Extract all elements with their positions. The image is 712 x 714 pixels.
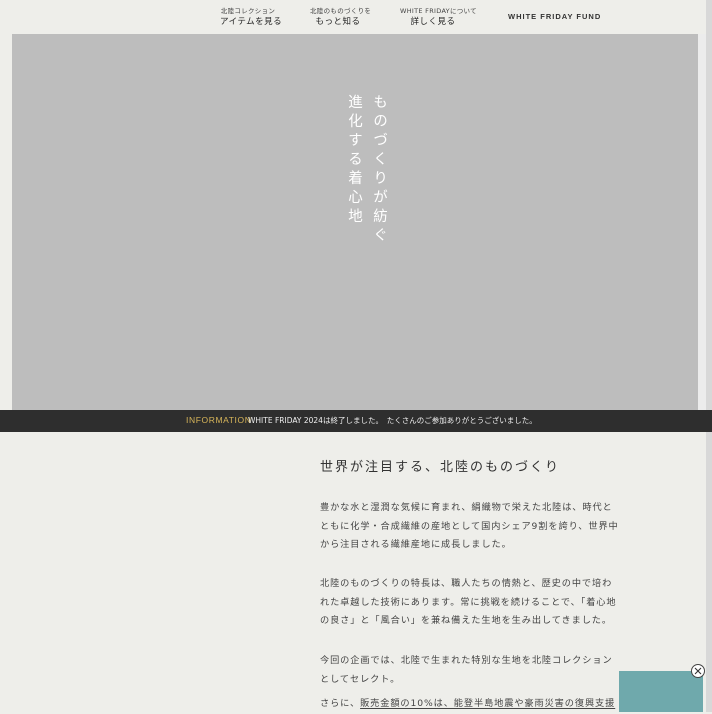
top-nav: 北陸コレクション アイテムを見る 北陸のものづくりを もっと知る WHITE F…: [0, 0, 712, 34]
information-bar: INFORMATION WHITE FRIDAY 2024は終了しました。 たく…: [0, 410, 712, 432]
scrollbar[interactable]: [706, 0, 712, 712]
nav-item-sub: WHITE FRIDAYについて: [400, 7, 477, 15]
close-button[interactable]: [691, 664, 705, 678]
nav-item-main: 詳しく見る: [410, 17, 456, 27]
nav-item-main: アイテムを見る: [220, 17, 283, 27]
donation-prefix: さらに、: [320, 698, 361, 709]
hero-tagline-line2: 進化する着心地: [346, 94, 362, 227]
nav-item-collection[interactable]: 北陸コレクション アイテムを見る: [220, 7, 283, 28]
paragraph-features: 北陸のものづくりの特長は、職人たちの情熱と、歴史の中で培わ れた卓越した技術にあ…: [320, 575, 620, 631]
paragraph-donation: さらに、販売金額の10%は、能登半島地震や豪雨災害の復興支援: [320, 695, 620, 714]
paragraph-line: さらに、販売金額の10%は、能登半島地震や豪雨災害の復興支援: [320, 695, 620, 714]
side-strip: [698, 34, 706, 410]
donation-link[interactable]: 販売金額の10%は、能登半島地震や豪雨災害の復興支援: [360, 698, 615, 709]
nav-item-main: もっと知る: [315, 17, 361, 27]
nav-item-about[interactable]: WHITE FRIDAYについて 詳しく見る: [400, 7, 477, 28]
paragraph-selection: 今回の企画では、北陸で生まれた特別な生地を北陸コレクション としてセレクト。: [320, 652, 620, 689]
nav-item-monozukuri[interactable]: 北陸のものづくりを もっと知る: [310, 7, 372, 28]
hero-tagline-line1: ものづくりが紡ぐ: [371, 94, 387, 246]
hero-image: ものづくりが紡ぐ 進化する着心地: [12, 34, 698, 410]
paragraph-line: から注目される繊維産地に成長しました。: [320, 539, 512, 550]
section-title: 世界が注目する、北陸のものづくり: [320, 460, 561, 475]
information-label: INFORMATION: [186, 415, 252, 425]
paragraph-history: 豊かな水と湿潤な気候に育まれ、絹織物で栄えた北陸は、時代と ともに化学・合成繊維…: [320, 499, 620, 555]
paragraph-line: 豊かな水と湿潤な気候に育まれ、絹織物で栄えた北陸は、時代と: [320, 502, 613, 513]
information-text: WHITE FRIDAY 2024は終了しました。 たくさんのご参加ありがとうご…: [248, 416, 537, 425]
close-icon: [694, 667, 702, 675]
paragraph-line: の良さ」と「風合い」を兼ね備えた生地を生み出してきました。: [320, 615, 612, 626]
nav-item-fund[interactable]: WHITE FRIDAY FUND: [508, 12, 601, 21]
paragraph-line: れた卓越した技術にあります。常に挑戦を続けることで、「着心地: [320, 596, 617, 608]
paragraph-line: としてセレクト。: [320, 673, 401, 685]
paragraph-line: 北陸のものづくりの特長は、職人たちの情熱と、歴史の中で培わ: [320, 578, 613, 589]
nav-item-sub: 北陸コレクション: [220, 7, 276, 15]
floating-banner[interactable]: [619, 671, 703, 712]
paragraph-line: ともに化学・合成繊維の産地として国内シェア9割を誇り、世界中: [320, 520, 619, 532]
nav-item-sub: 北陸のものづくりを: [310, 7, 372, 15]
paragraph-line: 今回の企画では、北陸で生まれた特別な生地を北陸コレクション: [320, 655, 613, 666]
